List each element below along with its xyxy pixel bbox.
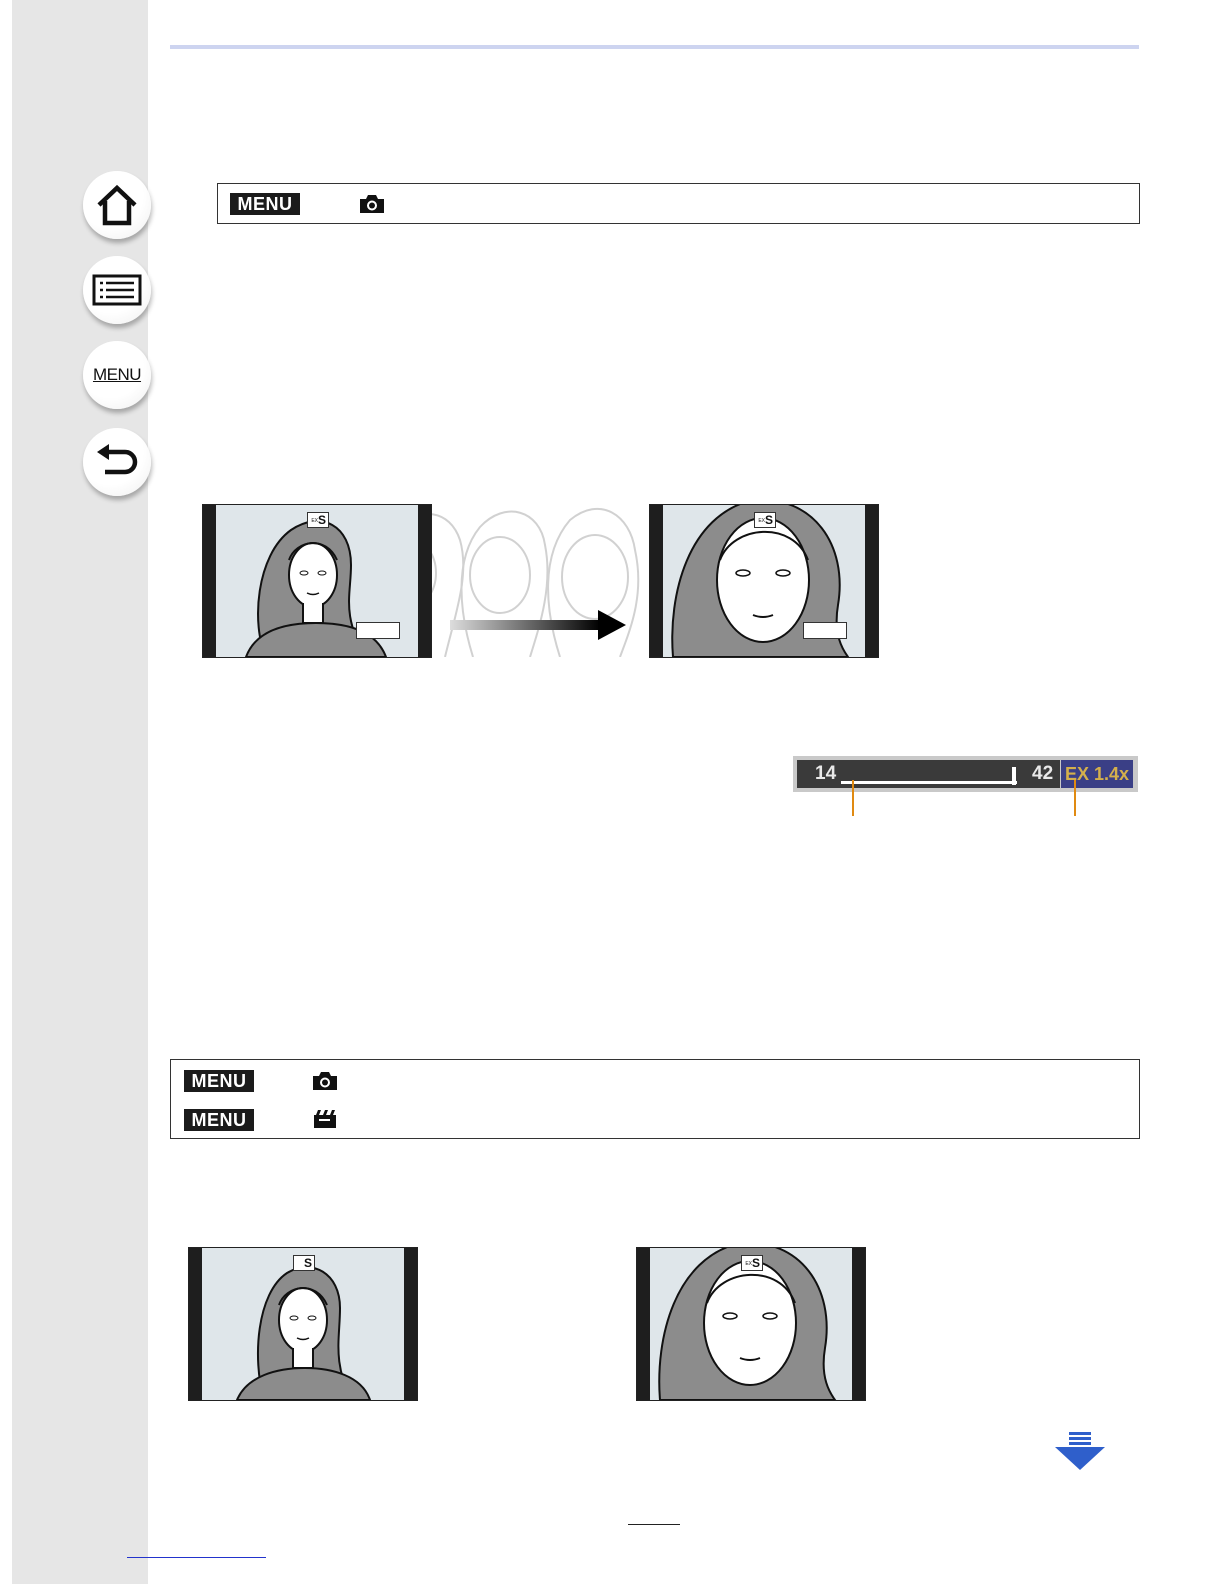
photo-ex-teleconv: EXS (636, 1247, 866, 1401)
list-icon (92, 274, 142, 306)
zoom-position-marker (1011, 767, 1016, 785)
footer-link-underline[interactable] (127, 1557, 266, 1558)
return-arrow-icon (97, 444, 138, 475)
callout-line-2 (1074, 780, 1076, 816)
mode-icon-ex-s: EXS (307, 512, 329, 528)
menu-path-box-2: MENU MENU (170, 1059, 1140, 1139)
sidebar: MENU (12, 0, 151, 1584)
mode-icon-s: S (293, 1255, 315, 1271)
camera-icon (360, 195, 384, 213)
header-rule (170, 45, 1139, 49)
home-button[interactable] (83, 171, 151, 239)
zoom-max-label: 42 (1032, 763, 1054, 784)
menu-badge: MENU (184, 1109, 254, 1131)
info-box (356, 622, 400, 639)
menu-button-label: MENU (92, 365, 142, 384)
menu-badge: MENU (184, 1070, 254, 1092)
photo-zoomed-after: EXS (649, 504, 879, 658)
menu-path-box: MENU (217, 183, 1140, 224)
menu-badge: MENU (230, 193, 300, 215)
page-number-underline (628, 1524, 680, 1525)
mode-icon-ex-s: EXS (754, 512, 776, 528)
menu-button[interactable]: MENU (83, 341, 151, 409)
photo-wide-before: EXS (202, 504, 432, 658)
callout-line-1 (852, 780, 854, 816)
info-box (803, 622, 847, 639)
home-icon (97, 184, 137, 226)
zoom-indicator: 14 42 EX 1.4x (793, 756, 1138, 792)
back-button[interactable] (83, 428, 151, 496)
zoom-min-label: 14 (815, 763, 837, 784)
contents-button[interactable] (83, 256, 151, 324)
scroll-down-arrow-icon[interactable] (1053, 1432, 1107, 1472)
mode-icon-ex-s: EXS (741, 1255, 763, 1271)
ex-zoom-label: EX 1.4x (1061, 760, 1133, 788)
zoom-arrow-icon (450, 610, 626, 640)
movie-camera-icon (314, 1110, 336, 1128)
zoom-scale: 14 42 (797, 760, 1060, 788)
photo-standard: S (188, 1247, 418, 1401)
zoom-track (841, 781, 1017, 784)
camera-icon (313, 1072, 337, 1090)
